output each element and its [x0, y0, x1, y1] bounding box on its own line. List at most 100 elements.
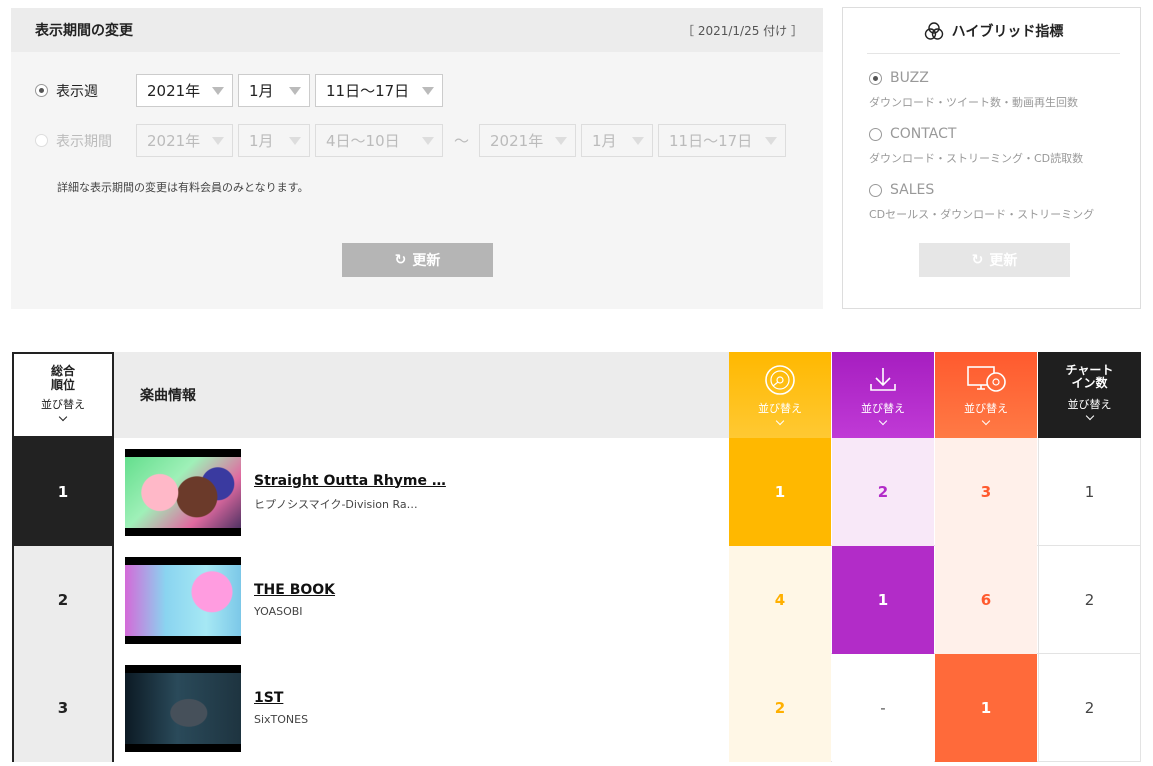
sales-radio[interactable] — [869, 183, 882, 197]
download-sort-header[interactable]: 並び替え — [832, 352, 934, 438]
song-thumbnail[interactable] — [125, 448, 241, 536]
buzz-rank-cell: 4 — [729, 546, 831, 654]
range-radio[interactable] — [35, 134, 48, 147]
chevron-down-icon — [765, 136, 778, 145]
song-thumbnail[interactable] — [125, 664, 241, 752]
rank-header-line1: 総合 — [50, 364, 75, 378]
contact-desc: ダウンロード・ストリーミング・CD読取数 — [869, 152, 1084, 165]
week-label: 表示週 — [56, 83, 98, 100]
song-info-cell: Straight Outta Rhyme … ヒプノシスマイク-Division… — [114, 438, 729, 546]
streaming-rank-cell: 1 — [935, 654, 1037, 762]
chevron-down-icon — [212, 136, 224, 145]
range-from-month-select[interactable]: 1月 — [238, 124, 310, 157]
song-thumbnail[interactable] — [125, 556, 241, 644]
sales-desc: CDセールス・ダウンロード・ストリーミング — [869, 208, 1095, 221]
table-row: 1 Straight Outta Rhyme … ヒプノシスマイク-Divisi… — [12, 438, 1141, 546]
buzz-label: BUZZ — [890, 70, 929, 86]
table-row: 3 1ST SixTONES 2 - 1 2 — [12, 654, 1141, 762]
chevron-down-icon — [289, 136, 301, 145]
table-row: 2 THE BOOK YOASOBI 4 1 6 2 — [12, 546, 1141, 654]
range-to-month-value: 1月 — [592, 132, 617, 150]
week-range-select[interactable]: 11日〜17日 — [315, 74, 443, 107]
chartin-count-cell: 2 — [1038, 654, 1141, 762]
chevron-down-icon — [981, 416, 991, 426]
artist-name: YOASOBI — [254, 605, 303, 618]
period-date-note: ［ 2021/1/25 付け ］ — [682, 23, 803, 38]
chart-table: 総合 順位 並び替え 楽曲情報 並び替え 並び替え 並び替え チャート イン数 … — [12, 352, 1141, 766]
range-to-year-value: 2021年 — [490, 132, 544, 150]
week-year-select[interactable]: 2021年 — [136, 74, 233, 107]
chevron-down-icon — [555, 136, 568, 145]
artist-name: SixTONES — [254, 713, 309, 726]
chevron-down-icon — [775, 416, 785, 426]
week-month-value: 1月 — [249, 82, 274, 100]
buzz-sort-header[interactable]: 並び替え — [729, 352, 831, 438]
period-note: 詳細な表示期間の変更は有料会員のみとなります。 — [57, 181, 309, 194]
range-to-year-select[interactable]: 2021年 — [479, 124, 577, 157]
song-info-cell: 1ST SixTONES — [114, 654, 729, 762]
disc-icon — [765, 365, 795, 395]
period-update-button[interactable]: ↻ 更新 — [342, 243, 493, 277]
hybrid-title: ハイブリッド指標 — [951, 23, 1064, 40]
range-separator: 〜 — [454, 132, 470, 150]
chevron-down-icon — [422, 136, 434, 145]
period-header: 表示期間の変更 ［ 2021/1/25 付け ］ — [11, 8, 823, 52]
period-title: 表示期間の変更 — [35, 23, 133, 39]
buzz-radio[interactable] — [869, 71, 882, 85]
hybrid-update-button[interactable]: ↻ 更新 — [919, 243, 1070, 277]
chevron-down-icon — [58, 412, 68, 422]
hybrid-option-sales[interactable]: SALES CDセールス・ダウンロード・ストリーミング — [869, 182, 1094, 222]
chevron-down-icon — [212, 86, 224, 95]
rank-sort-header[interactable]: 総合 順位 並び替え — [12, 352, 114, 438]
contact-radio[interactable] — [869, 127, 882, 141]
range-from-month-value: 1月 — [249, 132, 274, 150]
song-info-header: 楽曲情報 — [114, 352, 729, 438]
range-from-year-select[interactable]: 2021年 — [136, 124, 233, 157]
range-to-range-select[interactable]: 11日〜17日 — [658, 124, 787, 157]
song-info-cell: THE BOOK YOASOBI — [114, 546, 729, 654]
range-label: 表示期間 — [56, 133, 112, 150]
streaming-rank-cell: 3 — [935, 438, 1037, 546]
sales-label: SALES — [890, 182, 935, 198]
chevron-down-icon — [1085, 411, 1094, 421]
week-month-select[interactable]: 1月 — [238, 74, 310, 107]
song-title-link[interactable]: THE BOOK — [254, 582, 335, 598]
rank-cell: 3 — [12, 654, 114, 762]
download-icon — [870, 368, 896, 391]
refresh-icon: ↻ — [394, 252, 407, 268]
rank-sort-label: 並び替え — [41, 398, 85, 411]
song-title-link[interactable]: 1ST — [254, 690, 308, 706]
contact-label: CONTACT — [890, 126, 957, 142]
buzz-rank-cell: 2 — [729, 654, 831, 762]
download-rank-cell: 2 — [832, 438, 934, 546]
chartin-count-cell: 1 — [1038, 438, 1141, 546]
download-rank-cell: 1 — [832, 546, 934, 654]
download-sort-label: 並び替え — [861, 402, 905, 415]
hybrid-panel: ハイブリッド指標 BUZZ ダウンロード・ツイート数・動画再生回数 CONTAC… — [842, 7, 1141, 309]
chartin-header-line2: イン数 — [1071, 376, 1108, 390]
range-row: 表示期間 2021年 1月 4日〜10日 〜 2021年 1月 11日〜17日 — [35, 124, 791, 157]
buzz-rank-cell: 1 — [729, 438, 831, 546]
monitor-disc-icon — [967, 366, 1006, 392]
chartin-sort-header[interactable]: チャート イン数 並び替え — [1038, 352, 1141, 438]
chevron-down-icon — [878, 416, 888, 426]
song-title-link[interactable]: Straight Outta Rhyme … — [254, 473, 446, 489]
week-row: 表示週 2021年 1月 11日〜17日 — [35, 74, 448, 107]
range-from-range-select[interactable]: 4日〜10日 — [315, 124, 443, 157]
range-to-range-value: 11日〜17日 — [669, 132, 753, 150]
chevron-down-icon — [289, 86, 301, 95]
range-to-month-select[interactable]: 1月 — [581, 124, 654, 157]
week-radio[interactable] — [35, 84, 48, 97]
chevron-down-icon — [422, 86, 434, 95]
chartin-count-cell: 2 — [1038, 546, 1141, 654]
rank-cell: 2 — [12, 546, 114, 654]
hybrid-option-contact[interactable]: CONTACT ダウンロード・ストリーミング・CD読取数 — [869, 126, 1083, 166]
week-year-value: 2021年 — [147, 82, 201, 100]
table-header: 総合 順位 並び替え 楽曲情報 並び替え 並び替え 並び替え チャート イン数 … — [12, 352, 1141, 438]
period-update-label: 更新 — [412, 253, 441, 269]
hybrid-update-label: 更新 — [989, 253, 1018, 269]
hybrid-option-buzz[interactable]: BUZZ ダウンロード・ツイート数・動画再生回数 — [869, 70, 1078, 110]
streaming-sort-header[interactable]: 並び替え — [935, 352, 1037, 438]
venn-icon — [924, 21, 943, 40]
rank-header-line2: 順位 — [50, 378, 75, 392]
